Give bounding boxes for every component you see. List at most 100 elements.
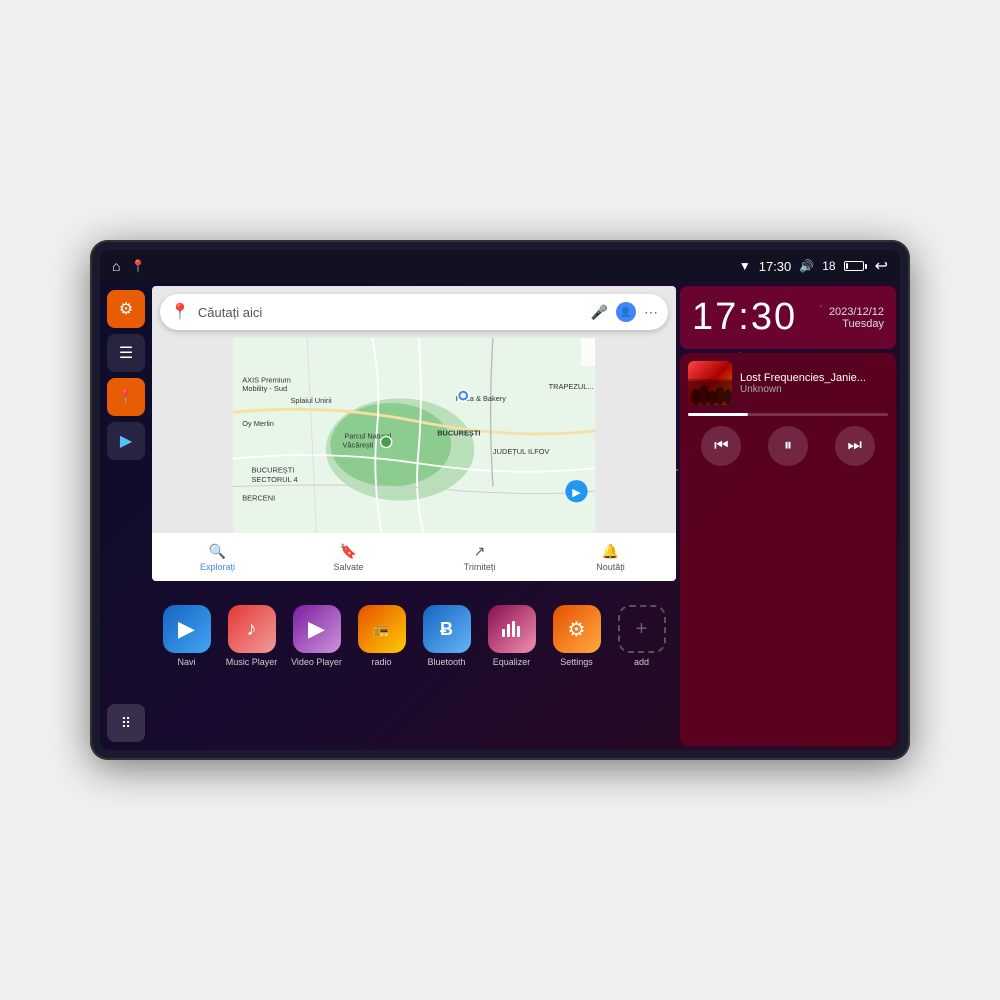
pause-icon: ⏸ [784, 437, 792, 455]
status-bar: ⌂ 📍 ▼ 17:30 🔊 18 ↩ [100, 250, 900, 282]
clock-date: 2023/12/12 [829, 306, 884, 318]
svg-text:BUCUREȘTI: BUCUREȘTI [252, 466, 295, 475]
radio-label: radio [371, 657, 391, 667]
volume-icon: 🔊 [799, 259, 814, 273]
map-pin-icon: 📍 [170, 302, 190, 322]
music-track-info: Lost Frequencies_Janie... Unknown [688, 361, 888, 405]
mic-icon[interactable]: 🎤 [591, 304, 608, 321]
svg-text:TRAPEZUL...: TRAPEZUL... [549, 382, 594, 391]
settings-app-icon: ⚙ [553, 605, 601, 653]
map-search-bar[interactable]: 📍 Căutați aici 🎤 👤 ⋯ [160, 294, 668, 330]
map-nav-news[interactable]: 🔔 Noutăți [545, 543, 676, 572]
svg-text:Oy Merlin: Oy Merlin [242, 419, 274, 428]
nav-arrow-icon: ▶ [120, 431, 132, 451]
add-icon: + [618, 605, 666, 653]
app-radio[interactable]: 📻 radio [351, 605, 412, 667]
center-content: 📍 Căutați aici 🎤 👤 ⋯ [152, 282, 680, 750]
main-area: ⚙ ☰ 📍 ▶ ⠿ [100, 282, 900, 750]
map-nav-saved[interactable]: 🔖 Salvate [283, 543, 414, 572]
app-grid: ▶ Navi ♪ Music Player ▶ Vid [152, 581, 676, 691]
app-music[interactable]: ♪ Music Player [221, 605, 282, 667]
back-icon[interactable]: ↩ [875, 256, 888, 276]
settings-label: Settings [560, 657, 593, 667]
prev-icon: ⏮ [714, 437, 728, 455]
clock-widget: 17:30 2023/12/12 Tuesday [680, 286, 896, 349]
sidebar-btn-maps[interactable]: 📍 [107, 378, 145, 416]
music-icon: ♪ [228, 605, 276, 653]
equalizer-icon [488, 605, 536, 653]
status-time: 17:30 [759, 259, 792, 274]
clock-time: 17:30 [692, 296, 797, 339]
svg-text:JUDEȚUL ILFOV: JUDEȚUL ILFOV [493, 447, 550, 456]
svg-text:Splaiul Unirii: Splaiul Unirii [291, 396, 333, 405]
music-track-text: Lost Frequencies_Janie... Unknown [740, 372, 888, 395]
map-widget[interactable]: 📍 Căutați aici 🎤 👤 ⋯ [152, 286, 676, 581]
video-icon: ▶ [293, 605, 341, 653]
next-icon: ⏭ [847, 437, 861, 455]
svg-text:▶: ▶ [572, 487, 581, 499]
sidebar-btn-nav[interactable]: ▶ [107, 422, 145, 460]
clock-date-info: 2023/12/12 Tuesday [829, 306, 884, 330]
svg-text:BUCUREȘTI: BUCUREȘTI [437, 429, 480, 438]
battery-level: 18 [822, 259, 835, 273]
map-status-icon[interactable]: 📍 [130, 259, 145, 273]
left-sidebar: ⚙ ☰ 📍 ▶ ⠿ [100, 282, 152, 750]
maps-icon: 📍 [118, 389, 134, 405]
map-bottom-nav: 🔍 Explorați 🔖 Salvate ↗ Trimiteți 🔔 [152, 533, 676, 581]
music-label: Music Player [226, 657, 278, 667]
navi-label: Navi [177, 657, 195, 667]
next-button[interactable]: ⏭ [835, 426, 875, 466]
files-icon: ☰ [119, 343, 133, 363]
device-frame: ⌂ 📍 ▼ 17:30 🔊 18 ↩ [90, 240, 910, 760]
music-progress-bar[interactable] [688, 413, 888, 416]
map-terrain: BUCUREȘTI JUDEȚUL ILFOV BUCUREȘTI SECTOR… [152, 338, 676, 533]
app-settings[interactable]: ⚙ Settings [546, 605, 607, 667]
right-panel: 17:30 2023/12/12 Tuesday [680, 282, 900, 750]
prev-button[interactable]: ⏮ [701, 426, 741, 466]
app-equalizer[interactable]: Equalizer [481, 605, 542, 667]
battery-icon [844, 261, 867, 271]
settings-icon: ⚙ [119, 299, 133, 319]
music-artist: Unknown [740, 384, 888, 395]
user-avatar[interactable]: 👤 [616, 302, 636, 322]
map-settings-icon[interactable]: ⋯ [644, 304, 658, 321]
music-progress-fill [688, 413, 748, 416]
music-track-name: Lost Frequencies_Janie... [740, 372, 888, 384]
sidebar-btn-files[interactable]: ☰ [107, 334, 145, 372]
send-icon: ↗ [474, 543, 486, 560]
news-icon: 🔔 [602, 543, 619, 560]
equalizer-label: Equalizer [493, 657, 531, 667]
home-icon[interactable]: ⌂ [112, 258, 120, 274]
play-pause-button[interactable]: ⏸ [768, 426, 808, 466]
music-controls: ⏮ ⏸ ⏭ [688, 426, 888, 466]
app-navi[interactable]: ▶ Navi [156, 605, 217, 667]
wifi-icon: ▼ [739, 259, 751, 273]
svg-text:Văcărești: Văcărești [343, 441, 374, 450]
app-video[interactable]: ▶ Video Player [286, 605, 347, 667]
explore-icon: 🔍 [209, 543, 226, 560]
music-widget: Lost Frequencies_Janie... Unknown ⏮ ⏸ [680, 353, 896, 746]
clock-day: Tuesday [829, 318, 884, 330]
status-right-icons: ▼ 17:30 🔊 18 ↩ [739, 256, 888, 276]
map-search-input[interactable]: Căutați aici [198, 305, 583, 320]
add-label: add [634, 657, 649, 667]
video-label: Video Player [291, 657, 342, 667]
sidebar-btn-all-apps[interactable]: ⠿ [107, 704, 145, 742]
grid-icon: ⠿ [121, 715, 131, 732]
app-add[interactable]: + add [611, 605, 672, 667]
map-nav-explore[interactable]: 🔍 Explorați [152, 543, 283, 572]
status-left-icons: ⌂ 📍 [112, 258, 145, 274]
bluetooth-label: Bluetooth [427, 657, 465, 667]
bluetooth-icon: Ƀ [423, 605, 471, 653]
svg-text:BERCENI: BERCENI [242, 494, 275, 503]
map-nav-send[interactable]: ↗ Trimiteți [414, 543, 545, 572]
svg-text:SECTORUL 4: SECTORUL 4 [252, 475, 298, 484]
svg-text:Mobility - Sud: Mobility - Sud [242, 384, 287, 393]
music-album-art [688, 361, 732, 405]
radio-icon: 📻 [358, 605, 406, 653]
sidebar-btn-settings[interactable]: ⚙ [107, 290, 145, 328]
app-bluetooth[interactable]: Ƀ Bluetooth [416, 605, 477, 667]
navi-icon: ▶ [163, 605, 211, 653]
saved-icon: 🔖 [340, 543, 357, 560]
device-screen: ⌂ 📍 ▼ 17:30 🔊 18 ↩ [100, 250, 900, 750]
